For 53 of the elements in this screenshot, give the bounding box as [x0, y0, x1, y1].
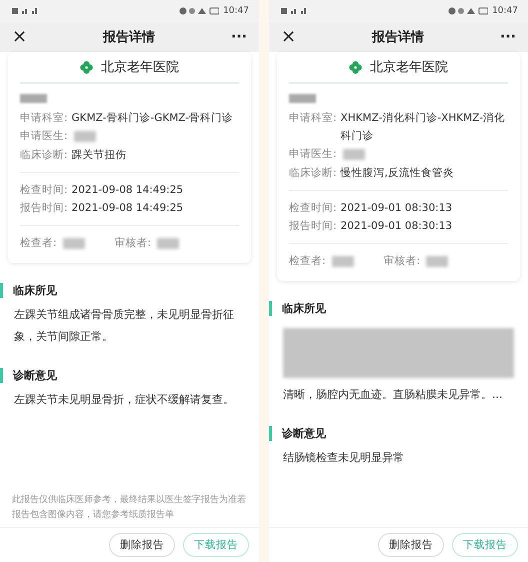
- status-time: 10:47: [223, 6, 249, 16]
- page-title: 报告详情: [102, 28, 156, 46]
- section-title: 临床所见: [269, 301, 514, 316]
- field-value: 2021-09-08 14:49:25: [72, 183, 184, 198]
- more-button[interactable]: ···: [227, 30, 251, 44]
- more-button[interactable]: ···: [496, 30, 520, 44]
- section-text: 结肠镜检查未见明显异常: [283, 450, 405, 466]
- close-button[interactable]: ×: [8, 28, 32, 46]
- disclaimer-text: 此报告仅供临床医师参考，最终结果以医生签字报告为准若报告包含图像内容，请您参考纸质报告单: [11, 494, 247, 522]
- redacted-value: [426, 256, 448, 267]
- redacted-name: [20, 94, 47, 103]
- field-label: 报告时间:: [289, 219, 337, 234]
- page-title: 报告详情: [370, 28, 426, 46]
- status-time: 10:47: [492, 6, 518, 16]
- section-title: 临床所见: [0, 283, 245, 298]
- field-label: 审核者:: [114, 236, 152, 251]
- field-label: 申请医生:: [289, 147, 337, 162]
- section-title: 诊断意见: [0, 368, 245, 383]
- field-label: 审核者:: [384, 254, 420, 269]
- section-text: 左踝关节组成诸骨骨质完整，未见明显骨折征象，关节间隙正常。: [14, 307, 235, 345]
- field-value: GKMZ-骨科门诊-GKMZ-骨科门诊: [72, 111, 234, 126]
- clover-icon: [349, 60, 362, 74]
- field-value: 踝关节扭伤: [72, 148, 127, 163]
- section-title: 诊断意见: [269, 426, 514, 441]
- delete-button[interactable]: 删除报告: [378, 533, 444, 557]
- field-label: 申请科室:: [289, 111, 337, 126]
- field-value: 2021-09-01 08:30:13: [340, 201, 452, 216]
- section-text: 左踝关节未见明显骨折，症状不缓解请复查。: [14, 392, 235, 408]
- field-label: 检查者:: [20, 236, 57, 251]
- field-value: 慢性腹泻,反流性食管炎: [340, 166, 454, 181]
- field-label: 申请医生:: [20, 129, 68, 144]
- field-label: 临床诊断:: [289, 166, 337, 181]
- field-label: 报告时间:: [20, 201, 68, 216]
- field-value: 2021-09-01 08:30:13: [340, 219, 452, 234]
- section-text: 清晰，肠腔内无血迹。直肠粘膜未见异常。...: [283, 387, 504, 403]
- delete-button[interactable]: 删除报告: [109, 533, 175, 557]
- field-label: 检查时间:: [289, 201, 337, 216]
- hospital-name: 北京老年医院: [370, 59, 448, 76]
- hospital-name: 北京老年医院: [101, 59, 179, 76]
- field-label: 申请科室:: [20, 111, 68, 126]
- status-icons: [179, 7, 220, 15]
- field-label: 检查者:: [289, 254, 326, 269]
- status-icons: [448, 7, 488, 15]
- clover-icon: [80, 60, 93, 74]
- field-value: 2021-09-08 14:49:25: [72, 201, 184, 216]
- field-label: 检查时间:: [20, 183, 68, 198]
- redacted-name: [289, 94, 316, 103]
- field-value: XHKMZ-消化科门诊-XHKMZ-消化科门诊: [340, 111, 506, 144]
- close-button[interactable]: ×: [277, 28, 300, 46]
- field-label: 临床诊断:: [20, 148, 68, 163]
- redacted-value: [62, 238, 85, 249]
- redacted-value: [157, 238, 180, 249]
- redacted-value: [332, 256, 354, 267]
